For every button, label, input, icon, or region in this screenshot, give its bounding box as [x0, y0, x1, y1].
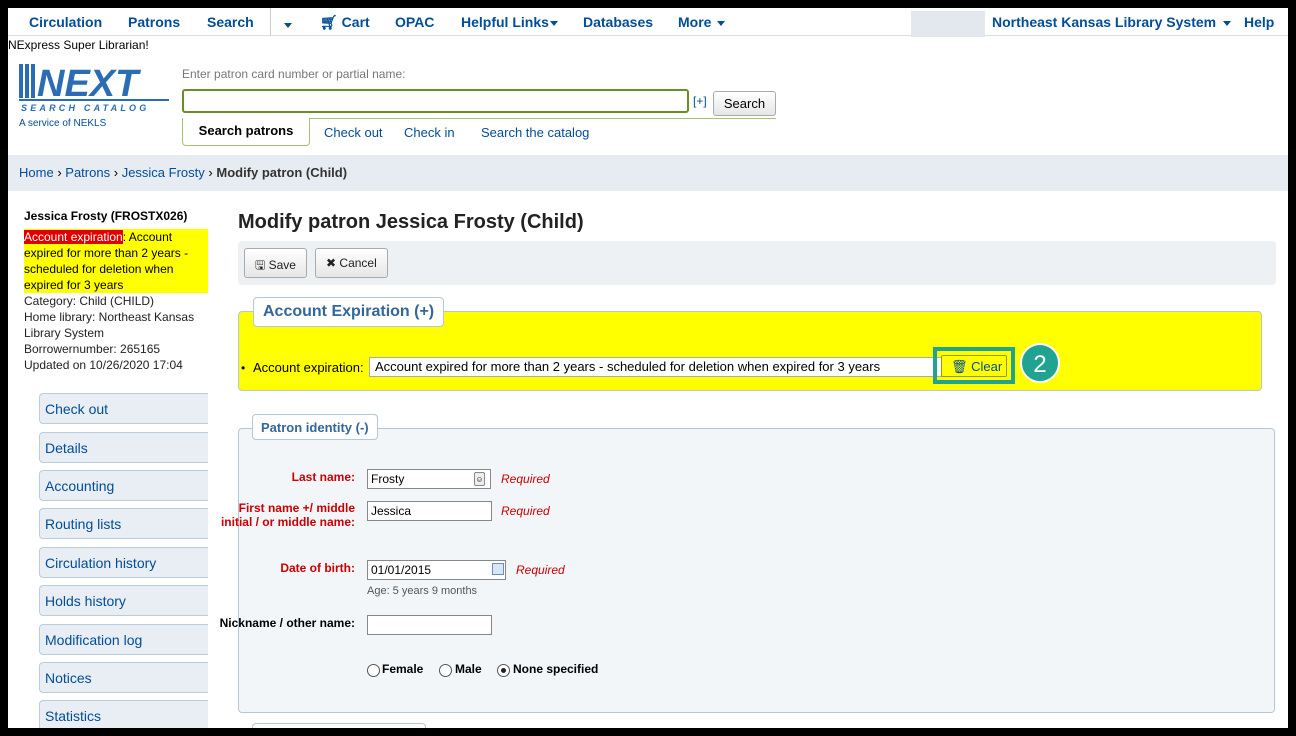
tab-check-in[interactable]: Check in [404, 125, 455, 140]
gender-none-radio[interactable] [497, 664, 510, 677]
calendar-icon[interactable] [492, 563, 504, 575]
page-title: Modify patron Jessica Frosty (Child) [238, 211, 584, 233]
nav-help[interactable]: Help [1244, 14, 1274, 30]
clear-label: Clear [971, 359, 1003, 374]
save-icon: 🖫︎ [255, 258, 266, 272]
patron-expiration-alert: Account expiration: Account expired for … [24, 229, 208, 293]
gender-male-label: Male [455, 662, 482, 676]
menu-accounting[interactable]: Accounting [39, 470, 208, 501]
patron-borrowernumber: Borrowernumber: 265165 [24, 342, 161, 356]
last-name-input[interactable] [367, 469, 491, 489]
dob-required: Required [516, 563, 565, 577]
dob-input[interactable] [367, 560, 506, 580]
cancel-button[interactable]: ✖ Cancel [315, 248, 388, 278]
user-avatar-redacted[interactable] [911, 11, 985, 37]
nav-search[interactable]: Search [207, 14, 254, 30]
menu-notices[interactable]: Notices [39, 662, 208, 693]
menu-modification-log[interactable]: Modification log [39, 624, 208, 655]
patron-updated: Updated on 10/26/2020 17:04 [24, 358, 183, 372]
account-expiration-legend[interactable]: Account Expiration (+) [253, 297, 445, 327]
nav-separator [270, 8, 271, 36]
patron-expiration-label: Account expiration [24, 230, 123, 244]
top-navigation: Circulation Patrons Search 🛒︎ Cart OPAC … [8, 8, 1288, 37]
nav-search-dropdown[interactable] [280, 16, 292, 32]
caret-down-icon [717, 20, 726, 26]
menu-holds-history[interactable]: Holds history [39, 585, 208, 616]
menu-statistics[interactable]: Statistics [39, 700, 208, 728]
welcome-text: NExpress Super Librarian! [8, 38, 149, 52]
first-name-input[interactable] [367, 501, 492, 521]
patron-search-input[interactable] [182, 89, 689, 113]
caret-down-icon [1223, 20, 1232, 26]
next-fieldset-legend [252, 723, 426, 728]
caret-down-icon [284, 22, 292, 28]
nav-circulation[interactable]: Circulation [29, 14, 102, 30]
trash-icon: 🗑︎ [951, 359, 968, 374]
patron-info: Jessica Frosty (FROSTX026) Account expir… [24, 208, 208, 373]
browser-frame: Circulation Patrons Search 🛒︎ Cart OPAC … [8, 8, 1288, 728]
search-expand-link[interactable]: [+] [693, 94, 707, 108]
nav-opac[interactable]: OPAC [395, 14, 434, 30]
step-number-badge: 2 [1020, 343, 1060, 383]
next-logo[interactable]: NEXT SEARCH CATALOG [17, 62, 172, 114]
gender-female-label: Female [382, 662, 424, 676]
save-label: Save [268, 258, 296, 272]
breadcrumb-patrons[interactable]: Patrons [65, 165, 110, 180]
toolbar: 🖫︎ Save ✖ Cancel [238, 241, 1276, 285]
gender-male-radio[interactable] [439, 664, 452, 677]
breadcrumb-patron[interactable]: Jessica Frosty [122, 165, 205, 180]
nickname-input[interactable] [367, 615, 492, 635]
age-hint: Age: 5 years 9 months [367, 585, 478, 597]
nav-more-label: More [678, 14, 712, 30]
patron-identity-legend[interactable]: Patron identity (-) [252, 414, 378, 440]
patron-home-library: Home library: Northeast Kansas Library S… [24, 310, 195, 340]
first-name-required: Required [501, 504, 550, 518]
logo-sub-text: SEARCH CATALOG [21, 103, 149, 113]
logo-tagline: A service of NEKLS [19, 118, 107, 129]
cancel-label: Cancel [339, 256, 377, 270]
gender-female-radio[interactable] [367, 664, 380, 677]
account-expiration-label: Account expiration: [253, 360, 364, 375]
dob-label: Date of birth: [280, 561, 355, 575]
nav-databases[interactable]: Databases [583, 14, 653, 30]
nickname-label: Nickname / other name: [219, 616, 355, 630]
gender-none-label: None specified [513, 662, 599, 676]
patron-category: Category: Child (CHILD) [24, 294, 155, 308]
tab-search-catalog[interactable]: Search the catalog [481, 125, 589, 140]
caret-down-icon [549, 20, 558, 26]
contact-card-icon: ☺ [474, 472, 485, 486]
tab-search-patrons[interactable]: Search patrons [182, 118, 310, 146]
save-button[interactable]: 🖫︎ Save [244, 248, 307, 278]
nav-patrons[interactable]: Patrons [128, 14, 180, 30]
menu-check-out[interactable]: Check out [39, 393, 208, 424]
tab-check-out[interactable]: Check out [324, 125, 383, 140]
breadcrumb-home[interactable]: Home [19, 165, 54, 180]
nav-more[interactable]: More [678, 14, 726, 30]
last-name-required: Required [501, 472, 550, 486]
nav-cart-label: Cart [341, 14, 370, 30]
last-name-label: Last name: [291, 470, 355, 484]
breadcrumb-current: Modify patron (Child) [216, 165, 348, 180]
account-expiration-select[interactable]: Account expired for more than 2 years - … [369, 357, 944, 377]
first-name-label: First name +/ middle initial / or middle… [220, 501, 355, 529]
patron-name: Jessica Frosty (FROSTX026) [24, 209, 188, 223]
close-icon: ✖ [326, 256, 337, 270]
nav-library[interactable]: Northeast Kansas Library System [992, 14, 1232, 30]
menu-circulation-history[interactable]: Circulation history [39, 547, 208, 578]
bullet-icon: • [241, 361, 246, 375]
nav-cart[interactable]: 🛒︎ Cart [320, 14, 370, 31]
cart-icon: 🛒︎ [320, 14, 338, 30]
nav-helpful-links[interactable]: Helpful Links [461, 14, 558, 30]
menu-routing-lists[interactable]: Routing lists [39, 508, 208, 539]
search-hint: Enter patron card number or partial name… [182, 67, 406, 81]
nav-library-label: Northeast Kansas Library System [992, 14, 1217, 30]
breadcrumb: Home › Patrons › Jessica Frosty › Modify… [8, 155, 1288, 191]
menu-details[interactable]: Details [39, 432, 208, 463]
nav-helpful-links-label: Helpful Links [461, 14, 549, 30]
logo-main-text: NEXT [37, 63, 141, 105]
clear-button[interactable]: 🗑︎ Clear [941, 355, 1007, 377]
search-button[interactable]: Search [713, 91, 776, 116]
